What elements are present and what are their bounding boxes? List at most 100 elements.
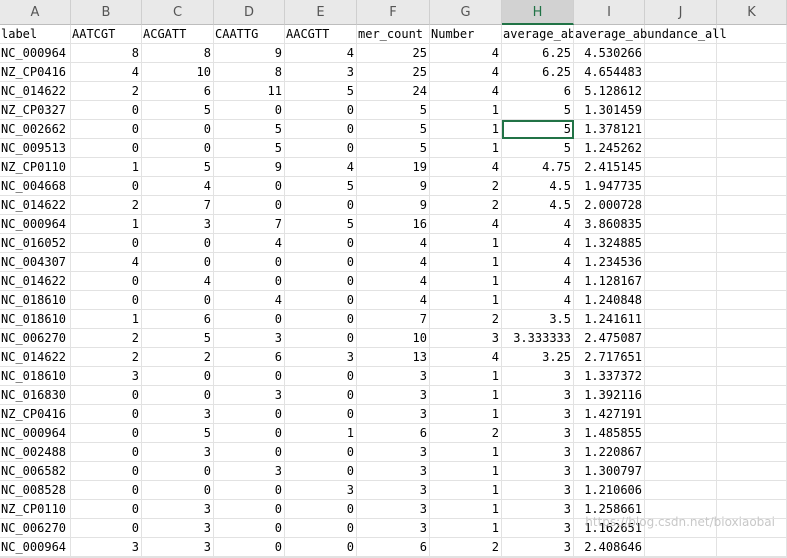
table-cell[interactable]: 0 (285, 291, 357, 310)
table-cell[interactable]: 0 (214, 405, 285, 424)
table-cell[interactable]: 4 (502, 253, 574, 272)
table-cell[interactable]: 2.408646 (574, 538, 645, 557)
table-cell[interactable] (645, 348, 717, 367)
table-cell[interactable] (717, 101, 787, 120)
table-cell[interactable]: 10 (142, 63, 214, 82)
table-cell[interactable]: 5 (142, 101, 214, 120)
table-cell[interactable]: 0 (285, 310, 357, 329)
table-cell[interactable]: 8 (142, 44, 214, 63)
table-cell[interactable]: 7 (142, 196, 214, 215)
table-cell[interactable]: 6.25 (502, 44, 574, 63)
table-cell[interactable]: 1 (430, 500, 502, 519)
table-cell[interactable]: 0 (285, 120, 357, 139)
table-cell[interactable] (645, 82, 717, 101)
table-cell[interactable]: 0 (214, 310, 285, 329)
table-cell[interactable]: 0 (285, 519, 357, 538)
table-cell[interactable]: 1 (430, 462, 502, 481)
table-cell[interactable]: 3 (502, 386, 574, 405)
table-cell[interactable]: 2 (142, 348, 214, 367)
table-cell[interactable]: NC_018610 (0, 291, 71, 310)
table-cell[interactable]: 0 (214, 196, 285, 215)
table-cell[interactable]: 8 (71, 44, 142, 63)
table-cell[interactable]: 4 (430, 348, 502, 367)
table-cell[interactable]: 0 (142, 386, 214, 405)
table-cell[interactable]: 3 (357, 443, 430, 462)
table-cell[interactable] (645, 139, 717, 158)
column-header-h[interactable]: H (502, 0, 574, 25)
table-cell[interactable]: 4 (502, 234, 574, 253)
table-cell[interactable]: 1.241611 (574, 310, 645, 329)
table-cell[interactable]: 0 (142, 139, 214, 158)
table-cell[interactable]: 1 (285, 424, 357, 443)
table-cell[interactable]: 4 (430, 158, 502, 177)
table-cell[interactable]: 1 (430, 443, 502, 462)
table-cell[interactable]: 1 (430, 367, 502, 386)
table-cell[interactable]: 0 (285, 329, 357, 348)
table-cell[interactable]: 0 (214, 424, 285, 443)
table-cell[interactable]: 1.427191 (574, 405, 645, 424)
table-cell[interactable]: 0 (71, 386, 142, 405)
table-cell[interactable]: 3 (214, 329, 285, 348)
table-cell[interactable]: 9 (357, 196, 430, 215)
table-cell[interactable]: 9 (357, 177, 430, 196)
table-cell[interactable]: 0 (285, 101, 357, 120)
table-cell[interactable] (717, 44, 787, 63)
table-cell[interactable]: 0 (285, 196, 357, 215)
table-cell[interactable]: NC_016830 (0, 386, 71, 405)
table-cell[interactable] (717, 139, 787, 158)
column-header-c[interactable]: C (142, 0, 214, 25)
table-cell[interactable]: 0 (214, 253, 285, 272)
table-cell[interactable] (717, 310, 787, 329)
table-cell[interactable] (717, 386, 787, 405)
table-cell[interactable] (645, 177, 717, 196)
table-cell[interactable]: 3 (142, 500, 214, 519)
table-cell[interactable] (717, 63, 787, 82)
table-cell[interactable]: 0 (285, 272, 357, 291)
table-cell[interactable]: 3 (142, 215, 214, 234)
table-cell[interactable]: 0 (214, 443, 285, 462)
table-cell[interactable] (717, 234, 787, 253)
table-cell[interactable] (717, 253, 787, 272)
table-cell[interactable] (645, 538, 717, 557)
table-cell[interactable]: 4 (357, 253, 430, 272)
table-cell[interactable]: 0 (71, 443, 142, 462)
table-cell[interactable]: 5 (502, 120, 574, 139)
table-cell[interactable]: 0 (71, 139, 142, 158)
table-cell[interactable]: 3 (357, 386, 430, 405)
table-cell[interactable]: 5 (285, 82, 357, 101)
table-cell[interactable]: 4 (430, 215, 502, 234)
table-cell[interactable]: 4 (430, 82, 502, 101)
table-cell[interactable]: 1.220867 (574, 443, 645, 462)
table-cell[interactable]: 3 (357, 481, 430, 500)
table-cell[interactable]: 1 (430, 272, 502, 291)
table-cell[interactable]: 1 (430, 234, 502, 253)
column-header-g[interactable]: G (430, 0, 502, 25)
table-cell[interactable]: 0 (71, 500, 142, 519)
table-cell[interactable]: 1.485855 (574, 424, 645, 443)
header-cell[interactable]: CAATTG (214, 25, 285, 44)
table-cell[interactable] (717, 538, 787, 557)
table-cell[interactable]: 2 (430, 177, 502, 196)
table-cell[interactable]: 5 (357, 101, 430, 120)
table-cell[interactable]: 3 (502, 500, 574, 519)
table-cell[interactable]: 6 (142, 82, 214, 101)
table-cell[interactable]: 2 (71, 329, 142, 348)
table-cell[interactable]: 16 (357, 215, 430, 234)
header-cell[interactable]: label (0, 25, 71, 44)
table-cell[interactable] (717, 158, 787, 177)
table-cell[interactable]: 0 (71, 519, 142, 538)
table-cell[interactable]: NC_006270 (0, 329, 71, 348)
table-cell[interactable]: 9 (214, 158, 285, 177)
table-cell[interactable]: 19 (357, 158, 430, 177)
table-cell[interactable] (717, 348, 787, 367)
table-cell[interactable]: 5 (142, 329, 214, 348)
table-cell[interactable]: 3 (502, 462, 574, 481)
table-cell[interactable] (645, 386, 717, 405)
table-cell[interactable]: NC_000964 (0, 538, 71, 557)
table-cell[interactable]: 0 (71, 120, 142, 139)
table-cell[interactable]: 4.5 (502, 177, 574, 196)
table-cell[interactable]: 5 (214, 139, 285, 158)
table-cell[interactable]: 0 (285, 405, 357, 424)
table-cell[interactable] (645, 310, 717, 329)
table-cell[interactable]: NC_002488 (0, 443, 71, 462)
